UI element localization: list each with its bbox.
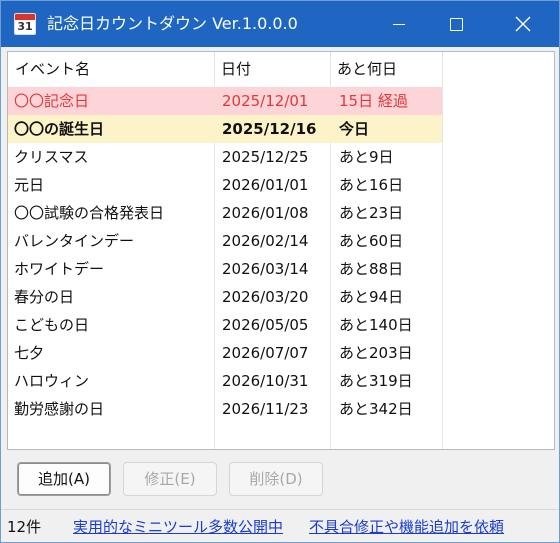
cell-date: 2026/01/01	[222, 176, 309, 194]
cell-date: 2026/05/05	[222, 316, 309, 334]
minimize-icon	[393, 23, 405, 25]
close-icon	[515, 16, 531, 32]
list-header: イベント名 日付 あと何日	[8, 52, 554, 86]
cell-name: 〇〇記念日	[14, 92, 90, 110]
table-row[interactable]: 元日 2026/01/01 あと16日	[8, 171, 442, 199]
maximize-icon	[449, 17, 463, 31]
cell-days: あと319日	[339, 372, 413, 390]
event-list[interactable]: イベント名 日付 あと何日 〇〇記念日 2025/12/01 15日 経過〇〇の誕生…	[7, 51, 555, 450]
cell-date: 2026/07/07	[222, 344, 309, 362]
cell-days: あと94日	[339, 288, 404, 306]
cell-date: 2026/11/23	[222, 400, 309, 418]
cell-name: クリスマス	[14, 148, 89, 166]
column-header-days[interactable]: あと何日	[330, 52, 442, 86]
table-row[interactable]: バレンタインデー 2026/02/14 あと60日	[8, 227, 442, 255]
cell-name: ハロウィン	[14, 372, 90, 390]
edit-button[interactable]: 修正(E)	[123, 462, 217, 496]
cell-days: 今日	[339, 120, 370, 138]
cell-days: あと9日	[339, 148, 394, 166]
delete-button[interactable]: 削除(D)	[229, 462, 323, 496]
cell-days: あと140日	[339, 316, 413, 334]
column-header-date[interactable]: 日付	[214, 52, 330, 86]
cell-days: あと342日	[339, 400, 413, 418]
maximize-button[interactable]	[424, 1, 488, 47]
minimize-button[interactable]	[367, 1, 431, 47]
cell-date: 2025/12/16	[222, 120, 317, 138]
cell-days: あと88日	[339, 260, 404, 278]
item-count: 12件	[7, 518, 42, 536]
add-button[interactable]: 追加(A)	[17, 462, 111, 496]
request-link[interactable]: 不具合修正や機能追加を依頼	[309, 510, 504, 542]
table-row[interactable]: こどもの日 2026/05/05 あと140日	[8, 311, 442, 339]
cell-name: 勤労感謝の日	[14, 400, 105, 418]
cell-name: 〇〇試験の合格発表日	[14, 204, 165, 222]
status-bar: 12件 実用的なミニツール多数公開中 不具合修正や機能追加を依頼	[1, 509, 559, 542]
table-row[interactable]: 〇〇の誕生日 2025/12/16 今日	[8, 115, 442, 143]
calendar-icon: 31	[14, 13, 36, 35]
table-row[interactable]: 〇〇記念日 2025/12/01 15日 経過	[8, 87, 442, 115]
cell-date: 2026/02/14	[222, 232, 309, 250]
table-row[interactable]: 勤労感謝の日 2026/11/23 あと342日	[8, 395, 442, 423]
app-window: 31 記念日カウントダウン Ver.1.0.0.0 イベント名 日付 あと何日 …	[0, 0, 560, 543]
cell-name: 春分の日	[14, 288, 75, 306]
cell-date: 2025/12/01	[222, 92, 309, 110]
cell-name: こどもの日	[14, 316, 90, 334]
cell-date: 2026/01/08	[222, 204, 309, 222]
cell-name: ホワイトデー	[14, 260, 105, 278]
tools-link[interactable]: 実用的なミニツール多数公開中	[73, 510, 283, 542]
cell-date: 2026/03/20	[222, 288, 309, 306]
cell-days: あと23日	[339, 204, 404, 222]
table-row[interactable]: 春分の日 2026/03/20 あと94日	[8, 283, 442, 311]
window-title: 記念日カウントダウン Ver.1.0.0.0	[47, 14, 298, 33]
table-row[interactable]: ハロウィン 2026/10/31 あと319日	[8, 367, 442, 395]
cell-name: 元日	[14, 176, 45, 194]
column-divider[interactable]	[214, 52, 215, 86]
cell-date: 2026/10/31	[222, 372, 309, 390]
table-row[interactable]: 七夕 2026/07/07 あと203日	[8, 339, 442, 367]
column-divider[interactable]	[442, 52, 443, 86]
column-divider[interactable]	[330, 52, 331, 86]
cell-days: あと203日	[339, 344, 413, 362]
title-bar[interactable]: 31 記念日カウントダウン Ver.1.0.0.0	[1, 1, 559, 47]
cell-name: 七夕	[14, 344, 45, 362]
table-row[interactable]: クリスマス 2025/12/25 あと9日	[8, 143, 442, 171]
cell-date: 2026/03/14	[222, 260, 309, 278]
table-row[interactable]: 〇〇試験の合格発表日 2026/01/08 あと23日	[8, 199, 442, 227]
cell-name: バレンタインデー	[14, 232, 135, 250]
cell-days: あと60日	[339, 232, 404, 250]
grid-line	[442, 87, 443, 449]
calendar-icon-day: 31	[17, 20, 33, 33]
cell-name: 〇〇の誕生日	[14, 120, 105, 138]
cell-days: あと16日	[339, 176, 404, 194]
table-row[interactable]: ホワイトデー 2026/03/14 あと88日	[8, 255, 442, 283]
column-header-name[interactable]: イベント名	[8, 52, 214, 86]
close-button[interactable]	[491, 1, 555, 47]
cell-date: 2025/12/25	[222, 148, 309, 166]
cell-days: 15日 経過	[339, 92, 408, 110]
